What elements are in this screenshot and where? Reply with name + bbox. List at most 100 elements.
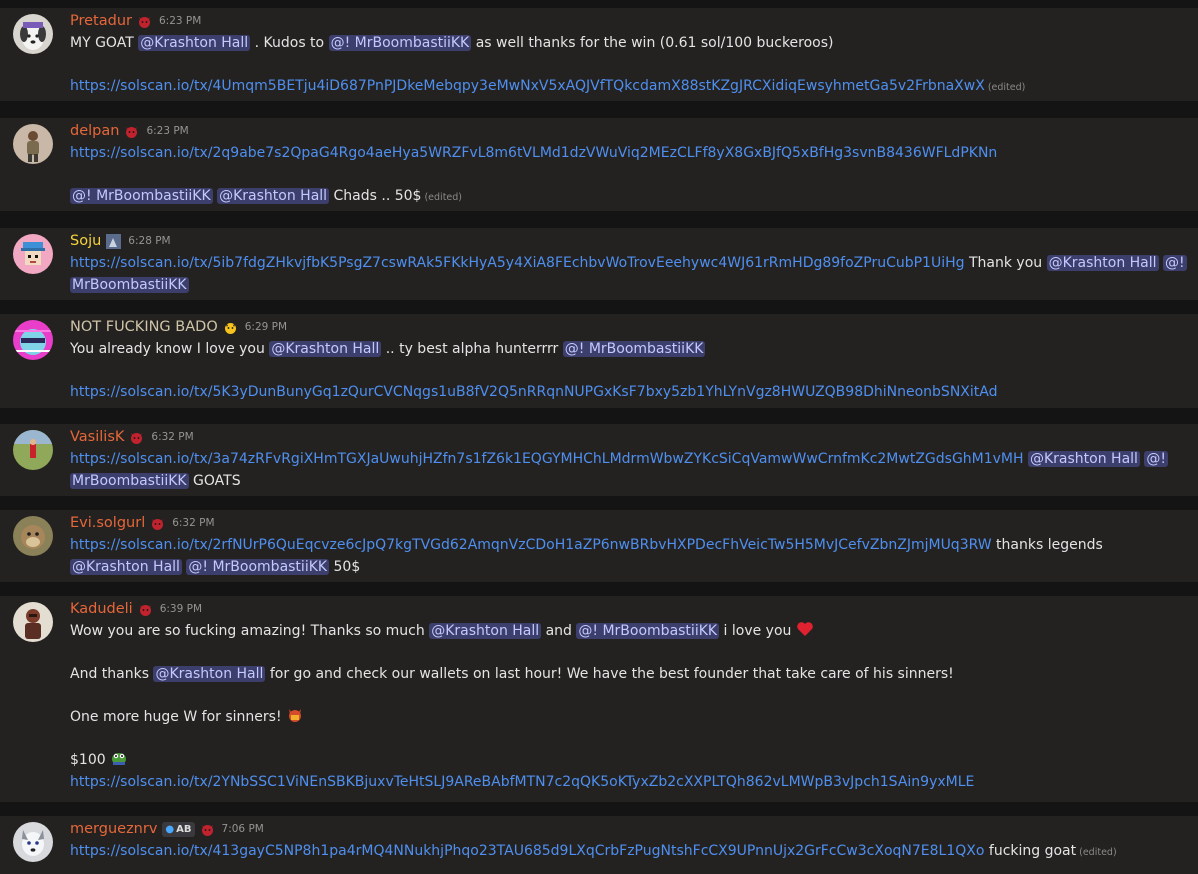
username[interactable]: NOT FUCKING BADO [70, 319, 218, 335]
message-feed: Pretadur 6:23 PM MY GOAT @Krashton Hall … [0, 0, 1198, 874]
message: NOT FUCKING BADO 6:29 PM You already kno… [0, 314, 1198, 408]
mention[interactable]: @Krashton Hall [269, 341, 382, 357]
mention[interactable]: @! MrBoombastiiKK [328, 35, 472, 51]
timestamp: 6:32 PM [151, 431, 194, 443]
message-text: fucking goat [984, 843, 1077, 859]
message-text: as well thanks for the win (0.61 sol/100… [471, 35, 834, 51]
timestamp: 6:23 PM [146, 125, 189, 137]
field-avatar[interactable] [13, 430, 53, 470]
water-drop-icon: ● [165, 823, 175, 835]
pixel-avatar[interactable] [13, 234, 53, 274]
solscan-link[interactable]: https://solscan.io/tx/2rfNUrP6QuEqcvze6c… [70, 537, 992, 553]
mention[interactable]: @! [1163, 255, 1187, 271]
message-header: delpan 6:23 PM [70, 120, 189, 142]
dog-avatar[interactable] [13, 14, 53, 54]
pepe-emoji-icon [110, 749, 128, 767]
message-content: https://solscan.io/tx/413gayC5NP8h1pa4rM… [70, 840, 1180, 864]
devil-badge-icon [124, 124, 139, 139]
edited-label: (edited) [987, 82, 1026, 93]
timestamp: 6:28 PM [128, 235, 171, 247]
solscan-link[interactable]: https://solscan.io/tx/3a74zRFvRgiXHmTGXJ… [70, 451, 1024, 467]
devil-badge-icon [138, 602, 153, 617]
timestamp: 6:32 PM [172, 517, 215, 529]
edited-label: (edited) [1079, 847, 1117, 858]
username[interactable]: Soju [70, 233, 101, 249]
username[interactable]: Pretadur [70, 13, 132, 29]
message-text: $100 [70, 752, 111, 768]
timestamp: 6:39 PM [159, 603, 203, 615]
mention[interactable]: @Krashton Hall [429, 623, 542, 639]
pikachu-badge-icon [223, 320, 238, 335]
message-text: Chads .. 50$ [329, 188, 422, 204]
message-header: VasilisK 6:32 PM [70, 426, 194, 448]
mention[interactable]: @! MrBoombastiiKK [576, 623, 720, 639]
wolf-avatar[interactable] [13, 822, 53, 862]
message-text: You already know I love you [70, 341, 270, 357]
timestamp: 7:06 PM [221, 823, 264, 835]
devil-badge-icon [137, 14, 152, 29]
message-text: One more huge W for sinners! [70, 709, 287, 725]
solscan-link[interactable]: https://solscan.io/tx/2q9abe7s2QpaG4Rgo4… [70, 145, 997, 161]
solscan-link[interactable]: https://solscan.io/tx/4Umqm5BETju4iD687P… [70, 78, 985, 94]
solscan-link[interactable]: https://solscan.io/tx/413gayC5NP8h1pa4rM… [70, 843, 984, 859]
warrior-avatar[interactable] [13, 602, 53, 642]
message-text: .. ty best alpha hunterrrr [381, 341, 563, 357]
mention[interactable]: MrBoombastiiKK [70, 473, 189, 489]
mention[interactable]: @Krashton Hall [138, 35, 251, 51]
message-text: . Kudos to [250, 35, 329, 51]
role-tag-label: AB [176, 823, 192, 835]
role-tag[interactable]: ● AB [162, 821, 195, 837]
solscan-link[interactable]: https://solscan.io/tx/5ib7fdgZHkvjfbK5Ps… [70, 255, 965, 271]
mention[interactable]: @Krashton Hall [153, 666, 266, 682]
message-content: https://solscan.io/tx/5ib7fdgZHkvjfbK5Ps… [70, 252, 1187, 296]
devil-badge-icon [129, 430, 144, 445]
message-header: NOT FUCKING BADO 6:29 PM [70, 316, 287, 338]
mention[interactable]: @! [1144, 451, 1169, 467]
timestamp: 6:23 PM [158, 15, 202, 27]
message-text: and [541, 623, 577, 639]
devil-badge-icon [150, 516, 165, 531]
message-text: And thanks [70, 666, 154, 682]
message-text: MY GOAT [70, 35, 139, 51]
message-text: thanks legends [991, 537, 1103, 553]
message-header: Soju 6:28 PM [70, 230, 171, 252]
username[interactable]: Kadudeli [70, 601, 133, 617]
mention[interactable]: MrBoombastiiKK [70, 277, 189, 293]
mention[interactable]: @Krashton Hall [70, 559, 182, 575]
username[interactable]: mergueznrv [70, 821, 157, 837]
ape-avatar[interactable] [13, 516, 53, 556]
mention[interactable]: @Krashton Hall [1046, 255, 1159, 271]
message-header: Kadudeli 6:39 PM [70, 598, 202, 620]
mention[interactable]: @! MrBoombastiiKK [186, 559, 330, 575]
message-header: Evi.solgurl 6:32 PM [70, 512, 215, 534]
username[interactable]: delpan [70, 123, 119, 139]
message: Kadudeli 6:39 PM Wow you are so fucking … [0, 596, 1198, 802]
mention[interactable]: @Krashton Hall [1028, 451, 1140, 467]
message-content: MY GOAT @Krashton Hall . Kudos to @! MrB… [70, 32, 1180, 99]
person-avatar[interactable] [13, 124, 53, 164]
message-header: Pretadur 6:23 PM [70, 10, 201, 32]
message-content: Wow you are so fucking amazing! Thanks s… [70, 620, 1180, 793]
mention[interactable]: @Krashton Hall [217, 188, 330, 204]
message-content: You already know I love you @Krashton Ha… [70, 338, 1180, 403]
solscan-link[interactable]: https://solscan.io/tx/2YNbSSC1ViNEnSBKBj… [70, 774, 974, 790]
message-text: Thank you [964, 255, 1047, 271]
username[interactable]: Evi.solgurl [70, 515, 145, 531]
devil-emoji-icon [286, 706, 304, 724]
solscan-link[interactable]: https://solscan.io/tx/5K3yDunBunyGq1zQur… [70, 384, 997, 400]
mention[interactable]: @! MrBoombastiiKK [70, 188, 213, 204]
devil-badge-icon [200, 822, 215, 837]
red-heart-icon [796, 620, 814, 638]
message: Pretadur 6:23 PM MY GOAT @Krashton Hall … [0, 8, 1198, 101]
mention[interactable]: @! MrBoombastiiKK [562, 341, 706, 357]
username[interactable]: VasilisK [70, 429, 124, 445]
message-content: https://solscan.io/tx/2q9abe7s2QpaG4Rgo4… [70, 142, 1180, 209]
message-text: GOATS [188, 473, 241, 489]
figure-badge-icon [106, 233, 122, 249]
message-text: i love you [719, 623, 796, 639]
glitch-avatar[interactable] [13, 320, 53, 360]
message-text: Wow you are so fucking amazing! Thanks s… [70, 623, 430, 639]
message-content: https://solscan.io/tx/3a74zRFvRgiXHmTGXJ… [70, 448, 1180, 492]
message: VasilisK 6:32 PM https://solscan.io/tx/3… [0, 424, 1198, 496]
message-header: mergueznrv ● AB 7:06 PM [70, 818, 264, 840]
